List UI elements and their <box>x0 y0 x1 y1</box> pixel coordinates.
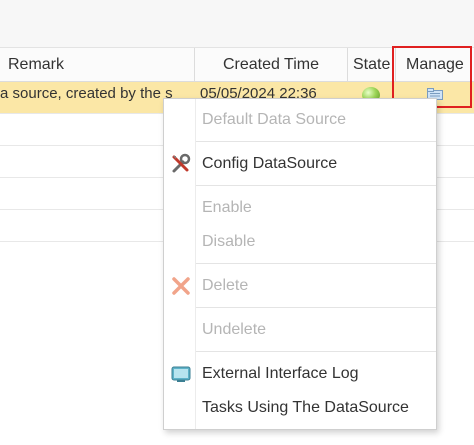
log-monitor-icon <box>171 366 191 382</box>
menu-item-label: External Interface Log <box>202 365 359 382</box>
toolbar-strip <box>0 0 474 48</box>
column-header-state[interactable]: State <box>348 48 396 82</box>
menu-item-label: Delete <box>202 277 249 294</box>
menu-item-delete[interactable]: Delete <box>164 271 436 301</box>
menu-separator <box>196 307 436 308</box>
menu-separator <box>196 263 436 264</box>
delete-x-icon <box>172 277 190 295</box>
menu-item-label: Enable <box>202 199 252 216</box>
column-header-created-time[interactable]: Created Time <box>195 48 348 82</box>
tools-icon <box>172 153 191 173</box>
menu-item-label: Tasks Using The DataSource <box>202 399 409 416</box>
menu-separator <box>196 351 436 352</box>
datasource-context-menu: Default Data Source Config DataSource En… <box>163 98 437 430</box>
menu-item-label: Disable <box>202 233 256 250</box>
menu-item-disable[interactable]: Disable <box>164 227 436 257</box>
menu-item-label: Default Data Source <box>202 111 347 128</box>
menu-item-tasks-using-datasource[interactable]: Tasks Using The DataSource <box>164 393 436 423</box>
menu-item-label: Config DataSource <box>202 155 338 172</box>
column-header-remark[interactable]: Remark <box>0 48 195 82</box>
menu-item-undelete[interactable]: Undelete <box>164 315 436 345</box>
menu-item-config-datasource[interactable]: Config DataSource <box>164 149 436 179</box>
menu-separator <box>196 141 436 142</box>
menu-item-default-data-source[interactable]: Default Data Source <box>164 105 436 135</box>
menu-item-external-interface-log[interactable]: External Interface Log <box>164 359 436 389</box>
menu-separator <box>196 185 436 186</box>
menu-item-enable[interactable]: Enable <box>164 193 436 223</box>
menu-item-label: Undelete <box>202 321 267 338</box>
